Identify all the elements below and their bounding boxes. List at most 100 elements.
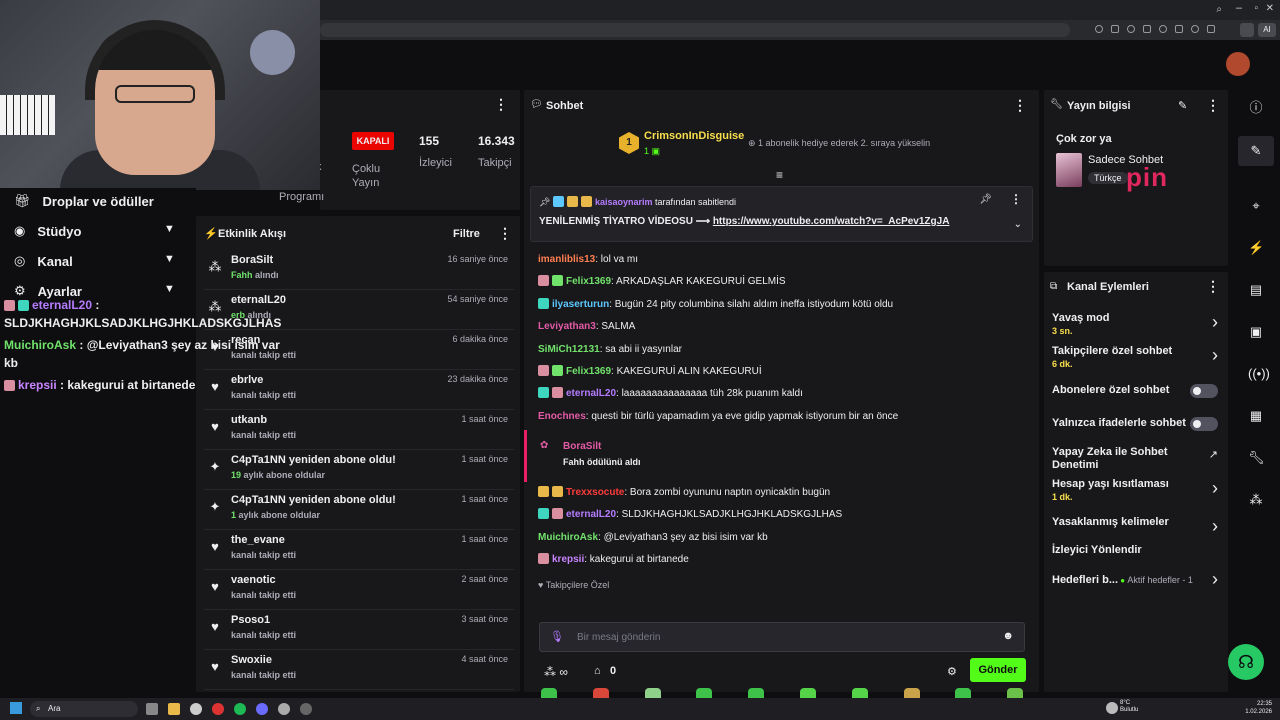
emoji-icon[interactable]: ☻ — [1002, 630, 1014, 642]
chat-username[interactable]: SiMiCh12131 — [538, 344, 600, 355]
channel-action-item[interactable]: Yapay Zeka ile Sohbet Denetimi ↗ — [1044, 446, 1228, 474]
app-icon[interactable] — [190, 703, 202, 715]
chat-text: : Bora zombi oyununu naptın oynicaktin b… — [624, 487, 831, 498]
info-more-icon[interactable]: ⋮ — [1206, 97, 1220, 114]
points-icon[interactable]: ⁂ ∞ — [544, 665, 568, 679]
layout-icon[interactable]: ▦ — [1248, 408, 1264, 424]
chat-icon[interactable]: ▣ — [1248, 324, 1264, 340]
chat-username[interactable]: Trexxsocute — [566, 487, 624, 498]
edit-icon[interactable]: ✎ — [1178, 99, 1187, 112]
channel-action-item[interactable]: Yalnızca ifadelerle sohbet — [1044, 417, 1228, 445]
opera-icon[interactable] — [212, 703, 224, 715]
chat-username[interactable]: Enochnes — [538, 411, 586, 422]
toggle-switch[interactable] — [1190, 417, 1218, 431]
notes-icon[interactable]: ▤ — [1248, 282, 1264, 298]
obs-icon[interactable] — [300, 703, 312, 715]
chevron-right-icon[interactable]: › — [1212, 313, 1218, 331]
activity-item[interactable]: ✦ C4pTa1NN yeniden abone oldu! 1 aylık abo… — [204, 490, 514, 530]
channel-action-label: Takipçilere özel sohbet 6 dk. — [1052, 345, 1173, 369]
activity-item[interactable]: ♥ Psoso1 kanalı takip etti 3 saat önce — [204, 610, 514, 650]
chat-username[interactable]: eternalL20 — [566, 509, 616, 520]
target-icon[interactable]: ⌖ — [1248, 198, 1264, 214]
help-button[interactable]: ☊ — [1228, 644, 1264, 680]
activity-item[interactable]: ♥ Swoxiie kanalı takip etti 4 saat önce — [204, 650, 514, 690]
bolt-icon[interactable]: ⚡ — [1248, 240, 1264, 256]
folder-icon[interactable] — [168, 703, 180, 715]
wrench-icon[interactable]: 🔧︎ — [1248, 450, 1265, 466]
activity-item-time: 1 saat önce — [461, 494, 508, 504]
minimize-icon[interactable]: – — [1236, 2, 1242, 14]
chat-settings-icon[interactable]: ⚙ — [947, 665, 957, 678]
filter-button[interactable]: Filtre — [453, 228, 480, 240]
chat-username[interactable]: Felix1369 — [566, 276, 611, 287]
pinned-more-icon[interactable]: ⋮ — [1010, 192, 1022, 206]
url-field[interactable] — [320, 23, 1070, 37]
store-icon[interactable]: ⌂ — [594, 665, 601, 677]
chevron-down-icon[interactable]: ⌄ — [1014, 219, 1022, 230]
extension-button[interactable] — [1240, 23, 1254, 37]
chat-username[interactable]: ilyaserturun — [552, 299, 609, 310]
pinned-link[interactable]: https://www.youtube.com/watch?v=_AcPev1Z… — [713, 216, 950, 227]
top-gifter-name[interactable]: CrimsonInDisguise — [644, 130, 744, 142]
toggle-switch[interactable] — [1190, 384, 1218, 398]
pin-icon[interactable]: 📌︎ — [979, 194, 992, 205]
discord-icon[interactable] — [256, 703, 268, 715]
avatar[interactable] — [1226, 52, 1250, 76]
steam-icon[interactable] — [278, 703, 290, 715]
chevron-down-icon[interactable]: ≡ — [776, 168, 783, 182]
chat-username[interactable]: Leviyathan3 — [538, 321, 596, 332]
chat-username[interactable]: MuichiroAsk — [538, 532, 598, 543]
chat-username[interactable]: krepsii — [552, 554, 584, 565]
taskbar-search[interactable]: Ara — [30, 701, 138, 717]
broadcast-icon[interactable]: ((•)) — [1248, 366, 1270, 382]
program-label[interactable]: Programı — [279, 191, 324, 203]
heart-icon: ♥ — [211, 579, 219, 594]
chevron-right-icon[interactable]: › — [1212, 346, 1218, 364]
chevron-right-icon[interactable]: › — [1212, 570, 1218, 588]
chat-username[interactable]: imanliblis13 — [538, 254, 595, 265]
spotify-icon[interactable] — [234, 703, 246, 715]
close-icon[interactable]: ✕ — [1266, 3, 1274, 14]
info-icon[interactable]: ⓘ — [1248, 100, 1264, 116]
chevron-down-icon[interactable]: ▼ — [164, 223, 175, 235]
chat-input[interactable]: 🎙︎ Bir mesaj gönderin ☻ — [539, 622, 1025, 652]
external-link-icon[interactable]: ↗ — [1209, 448, 1218, 461]
chat-more-icon[interactable]: ⋮ — [1013, 97, 1027, 114]
activity-item[interactable]: ⁂ BoraSilt Fahh alındı 16 saniye önce — [204, 250, 514, 290]
menu-drops[interactable]: 🎁︎ Droplar ve ödüller — [14, 191, 194, 211]
windows-start-icon[interactable] — [10, 702, 22, 714]
watermark-logo: pin — [1126, 162, 1168, 192]
chat-username[interactable]: eternalL20 — [566, 388, 616, 399]
badge-icon — [552, 387, 563, 399]
activity-item[interactable]: ♥ utkanb kanalı takip etti 1 saat önce — [204, 410, 514, 450]
channel-action-item[interactable]: Abonelere özel sohbet — [1044, 384, 1228, 412]
activity-item[interactable]: ♥ vaenotic kanalı takip etti 2 saat önce — [204, 570, 514, 610]
channel-action-item[interactable]: Takipçilere özel sohbet 6 dk. › — [1044, 345, 1228, 373]
dots-cluster-icon[interactable]: ⁂ — [1248, 492, 1264, 508]
activity-item[interactable]: ✦ C4pTa1NN yeniden abone oldu! 19 aylık ab… — [204, 450, 514, 490]
send-button[interactable]: Gönder — [970, 658, 1026, 682]
chevron-right-icon[interactable]: › — [1212, 479, 1218, 497]
search-icon[interactable]: ⌕ — [1216, 4, 1222, 15]
multistream-label[interactable]: Çoklu Yayın — [352, 162, 380, 190]
activity-item[interactable]: ♥ the_evane kanalı takip etti 1 saat önce — [204, 530, 514, 570]
edit-rail-button[interactable]: ✎ — [1238, 136, 1274, 166]
channel-action-item[interactable]: Hesap yaşı kısıtlaması 1 dk. › — [1044, 478, 1228, 506]
activity-more-icon[interactable]: ⋮ — [498, 225, 512, 242]
ai-button[interactable]: AI — [1258, 23, 1276, 37]
chevron-down-icon[interactable]: ▼ — [164, 253, 175, 265]
app-icon[interactable] — [146, 703, 158, 715]
channel-action-item[interactable]: Yasaklanmış kelimeler › — [1044, 516, 1228, 544]
more-options-icon[interactable]: ⋮ — [494, 96, 508, 113]
category-thumbnail[interactable] — [1056, 153, 1082, 187]
channel-action-item[interactable]: İzleyici Yönlendir — [1044, 544, 1228, 572]
channel-action-item[interactable]: Hedefleri b... ● Aktif hedefler - 1 › — [1044, 570, 1228, 600]
channel-action-item[interactable]: Yavaş mod 3 sn. › — [1044, 312, 1228, 340]
microphone-icon[interactable]: 🎙︎ — [550, 630, 564, 643]
chevron-right-icon[interactable]: › — [1212, 517, 1218, 535]
reward-user[interactable]: BoraSilt — [563, 440, 601, 454]
chat-username[interactable]: Felix1369 — [566, 366, 611, 377]
actions-more-icon[interactable]: ⋮ — [1206, 278, 1220, 295]
maximize-icon[interactable]: ▫ — [1254, 3, 1258, 14]
chevron-down-icon[interactable]: ▼ — [164, 283, 175, 295]
